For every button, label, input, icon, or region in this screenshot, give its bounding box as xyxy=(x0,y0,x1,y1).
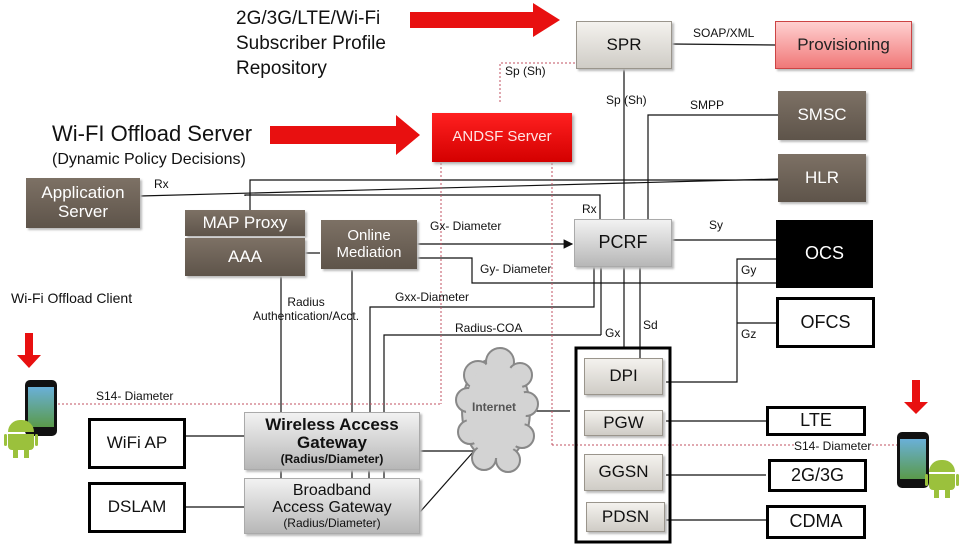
node-hlr[interactable]: HLR xyxy=(778,154,866,202)
android-icon-right xyxy=(925,460,959,500)
label-sp-sh-right: Sp (Sh) xyxy=(606,93,647,107)
node-andsf-server[interactable]: ANDSF Server xyxy=(432,113,572,162)
node-wifi-ap[interactable]: WiFi AP xyxy=(88,418,186,469)
node-ocs[interactable]: OCS xyxy=(776,220,873,288)
node-internet[interactable]: Internet xyxy=(472,400,516,414)
node-2g3g[interactable]: 2G/3G xyxy=(768,459,867,492)
app-server-line: Server xyxy=(57,202,109,221)
wag-line: Gateway xyxy=(297,433,367,453)
link-smpp xyxy=(647,114,778,220)
bag-line: Broadband xyxy=(292,481,372,499)
spr-description: 2G/3G/LTE/Wi-Fi Subscriber Profile Repos… xyxy=(236,6,386,81)
link-soap-xml xyxy=(671,43,776,46)
radius-auth-line: Radius xyxy=(287,295,325,309)
node-online-mediation[interactable]: Online Mediation xyxy=(321,220,417,269)
arrow-to-client-right xyxy=(904,380,928,414)
label-rx-pcrf: Rx xyxy=(582,202,597,216)
node-smsc[interactable]: SMSC xyxy=(778,91,866,140)
node-lte[interactable]: LTE xyxy=(766,406,866,436)
label-radius-coa: Radius-COA xyxy=(455,321,523,335)
offload-client-title: Wi-Fi Offload Client xyxy=(11,290,133,306)
label-radius-auth: Radius Authentication/Acct. xyxy=(253,295,359,323)
online-mediation-line: Mediation xyxy=(336,243,402,261)
wag-line: (Radius/Diameter) xyxy=(280,452,384,467)
node-ofcs[interactable]: OFCS xyxy=(776,297,875,348)
label-gx-diameter: Gx- Diameter xyxy=(430,219,502,233)
node-pcrf[interactable]: PCRF xyxy=(574,219,672,267)
arrow-to-spr xyxy=(410,3,560,37)
node-aaa[interactable]: AAA xyxy=(185,238,305,276)
label-gy-diameter: Gy- Diameter xyxy=(480,262,552,276)
node-wireless-access-gateway[interactable]: Wireless Access Gateway (Radius/Diameter… xyxy=(244,412,420,470)
node-cdma[interactable]: CDMA xyxy=(766,505,866,539)
node-dslam[interactable]: DSLAM xyxy=(88,482,186,533)
label-gy: Gy xyxy=(741,263,757,277)
node-spr[interactable]: SPR xyxy=(576,21,672,69)
node-pgw[interactable]: PGW xyxy=(584,410,663,436)
link-rx-hlr xyxy=(139,178,779,197)
label-sy: Sy xyxy=(709,218,724,232)
node-provisioning[interactable]: Provisioning xyxy=(775,21,912,69)
label-gxx-diameter: Gxx-Diameter xyxy=(395,290,470,304)
node-application-server[interactable]: Application Server xyxy=(26,178,140,228)
node-dpi[interactable]: DPI xyxy=(584,358,663,395)
label-smpp: SMPP xyxy=(690,98,725,112)
label-rx-app: Rx xyxy=(154,177,169,191)
arrow-to-andsf xyxy=(270,115,420,155)
link-gy-gz xyxy=(666,258,776,383)
label-s14-right: S14- Diameter xyxy=(794,439,872,453)
label-gx: Gx xyxy=(605,326,621,340)
android-icon-left xyxy=(4,420,38,458)
online-mediation-line: Online xyxy=(347,227,391,244)
arrow-to-client-left xyxy=(17,333,41,368)
spr-desc-line: Repository xyxy=(236,58,327,80)
app-server-line: Application xyxy=(41,183,125,203)
node-ggsn[interactable]: GGSN xyxy=(584,454,663,491)
label-soap-xml: SOAP/XML xyxy=(693,26,755,40)
offload-server-subtitle: (Dynamic Policy Decisions) xyxy=(52,151,246,168)
node-broadband-access-gateway[interactable]: Broadband Access Gateway (Radius/Diamete… xyxy=(244,478,420,534)
bag-line: Access Gateway xyxy=(272,499,392,517)
label-sp-sh-left: Sp (Sh) xyxy=(505,64,546,78)
spr-desc-line: Subscriber Profile xyxy=(236,33,386,55)
label-gz: Gz xyxy=(741,327,757,341)
label-sd: Sd xyxy=(643,318,658,332)
node-map-proxy[interactable]: MAP Proxy xyxy=(185,210,305,236)
spr-desc-line: 2G/3G/LTE/Wi-Fi xyxy=(236,8,381,29)
radius-auth-line: Authentication/Acct. xyxy=(253,309,360,323)
wag-line: Wireless Access xyxy=(265,414,399,434)
label-s14-left: S14- Diameter xyxy=(96,389,174,403)
offload-server-title: Wi-FI Offload Server xyxy=(52,121,253,146)
bag-line: (Radius/Diameter) xyxy=(283,516,381,530)
node-pdsn[interactable]: PDSN xyxy=(586,502,665,532)
